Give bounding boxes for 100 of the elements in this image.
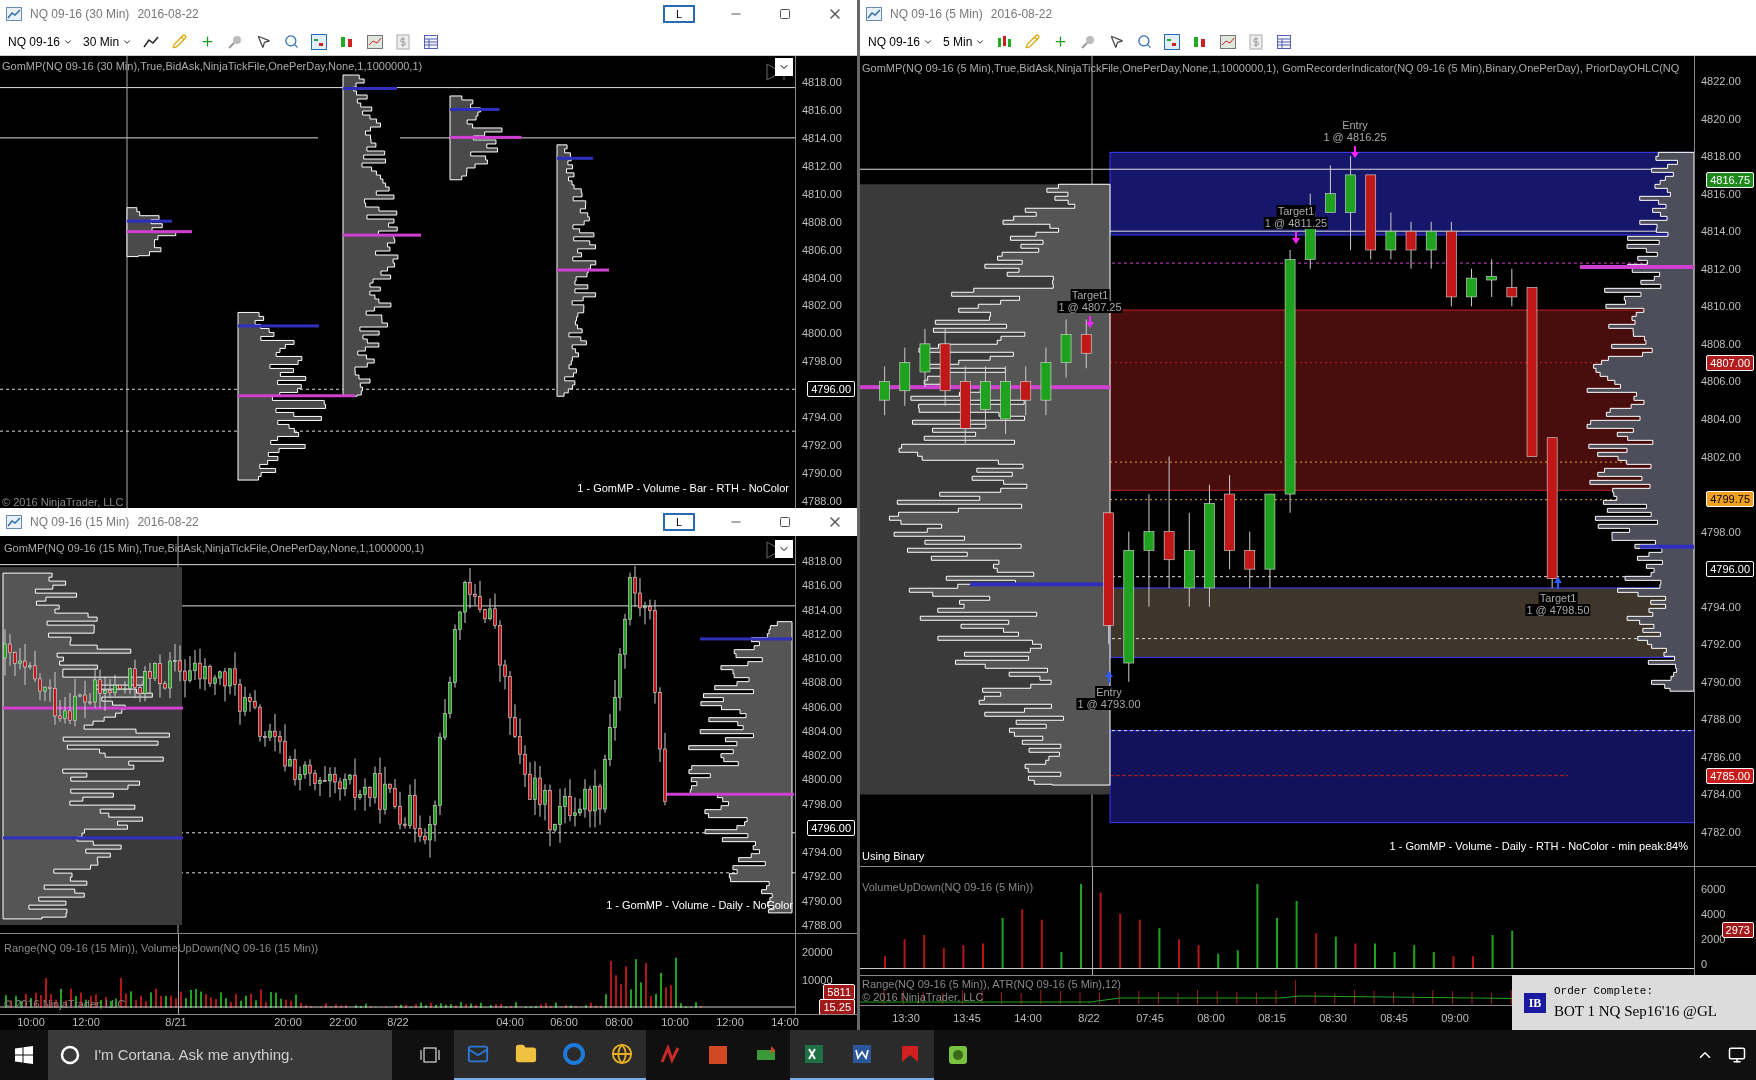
price-label: 4804.00 <box>1700 411 1741 426</box>
price-marker: 4799.75 <box>1706 490 1754 507</box>
interval-dropdown[interactable]: 5 Min <box>943 32 986 51</box>
search-field[interactable]: I'm Cortana. Ask me anything. <box>48 1030 392 1080</box>
price-label: 4812.00 <box>801 158 842 173</box>
axis-label: 0 <box>1701 957 1708 972</box>
chart-footer-label: 1 - GomMP - Volume - Bar - RTH - NoColor <box>577 480 789 496</box>
axis-label: 20000 <box>802 945 833 960</box>
window-date: 2016-08-22 <box>137 514 199 531</box>
window-date: 2016-08-22 <box>990 6 1053 23</box>
price-label: 4806.00 <box>801 699 842 714</box>
price-marker: 4796.00 <box>807 381 855 398</box>
price-label: 4806.00 <box>801 242 842 257</box>
time-label: 20:00 <box>274 1015 302 1029</box>
time-label: 13:30 <box>892 1011 920 1026</box>
trade-detail: 1 @ 4811.25 <box>1263 217 1329 229</box>
price-label: 4794.00 <box>1700 599 1741 614</box>
time-label: 08:00 <box>605 1015 633 1029</box>
time-label: 22:00 <box>329 1015 357 1029</box>
price-label: 4792.00 <box>801 438 842 453</box>
price-label: 4802.00 <box>801 298 842 313</box>
price-label: 4800.00 <box>801 326 842 341</box>
price-label: 4818.00 <box>801 75 842 89</box>
price-marker: 4785.00 <box>1706 767 1754 784</box>
status-label: Using Binary <box>862 848 925 864</box>
time-label: 8/22 <box>387 1015 409 1029</box>
time-label: 08:30 <box>1319 1011 1347 1026</box>
trade-detail: 1 @ 4798.50 <box>1525 604 1591 616</box>
notification-message: BOT 1 NQ Sep16'16 @GL <box>1554 1001 1717 1021</box>
time-label: 12:00 <box>72 1015 100 1029</box>
price-label: 4814.00 <box>801 602 842 617</box>
price-marker: 5811 <box>823 984 855 1000</box>
time-label: 07:45 <box>1136 1011 1164 1026</box>
price-label: 4816.00 <box>801 102 842 117</box>
price-label: 4818.00 <box>1700 149 1741 164</box>
price-marker: 4807.00 <box>1706 354 1754 371</box>
time-label: 10:00 <box>17 1015 45 1029</box>
trade-label: Entry <box>1341 119 1369 131</box>
time-label: 08:00 <box>1197 1011 1225 1026</box>
price-label: 4810.00 <box>801 651 842 666</box>
price-label: 4798.00 <box>1700 524 1741 539</box>
price-label: 4788.00 <box>801 494 842 508</box>
price-label: 4790.00 <box>801 466 842 481</box>
indicator-label: GomMP(NQ 09-16 (30 Min),True,BidAsk,NinjaTickFile,OnePerDay,None,1,1000000,1) <box>2 59 423 74</box>
price-label: 4816.00 <box>1700 186 1741 201</box>
price-label: 4808.00 <box>801 675 842 690</box>
price-label: 4798.00 <box>801 354 842 369</box>
trade-detail: 1 @ 4793.00 <box>1076 698 1142 710</box>
price-label: 4822.00 <box>1700 74 1741 88</box>
price-label: 4790.00 <box>1700 674 1741 689</box>
axis-label: 4000 <box>1701 907 1726 922</box>
price-label: 4808.00 <box>801 214 842 229</box>
time-label: 8/21 <box>165 1015 187 1029</box>
time-label: 10:00 <box>661 1015 689 1029</box>
window-date: 2016-08-22 <box>137 6 199 23</box>
price-label: 4814.00 <box>801 130 842 145</box>
indicator-label: GomMP(NQ 09-16 (5 Min),True,BidAsk,NinjaTickFile,OnePerDay,None,1,1000000,1), GomRecorderIndicator(NQ 09-16 (5 Min),Binary,OnePerDay), PriorDayOHLC(NQ <box>862 61 1680 76</box>
trade-label: Target1 <box>1070 289 1110 301</box>
window-title: NQ 09-16 (5 Min) <box>890 6 983 23</box>
price-marker: 15.25 <box>819 999 855 1015</box>
interval-dropdown[interactable]: 30 Min <box>83 32 133 51</box>
indicator-label: Range(NQ 09-16 (5 Min)), ATR(NQ 09-16 (5 Min),12) <box>862 977 1121 992</box>
price-label: 4806.00 <box>1700 374 1741 389</box>
price-label: 4792.00 <box>801 869 842 884</box>
price-marker: 4816.75 <box>1706 171 1754 188</box>
price-label: 4802.00 <box>801 748 842 763</box>
time-label: 09:00 <box>1441 1011 1469 1026</box>
price-label: 4808.00 <box>1700 336 1741 351</box>
price-marker: 4796.00 <box>1706 561 1754 578</box>
axis-label: 6000 <box>1701 882 1726 897</box>
price-label: 4788.00 <box>801 918 842 932</box>
trade-detail: 1 @ 4807.25 <box>1057 301 1123 313</box>
time-label: 14:00 <box>1014 1011 1042 1026</box>
price-label: 4782.00 <box>1700 825 1741 839</box>
trade-label: Target1 <box>1276 205 1316 217</box>
price-label: 4804.00 <box>801 270 842 285</box>
pin-button[interactable]: L <box>663 513 695 531</box>
broker-logo: IB <box>1524 992 1546 1013</box>
price-label: 4798.00 <box>801 796 842 811</box>
price-marker: 2973 <box>1721 922 1754 938</box>
price-label: 4802.00 <box>1700 449 1741 464</box>
instrument-dropdown[interactable]: NQ 09-16 <box>868 32 934 51</box>
pin-button[interactable]: L <box>663 5 695 23</box>
window-title: NQ 09-16 (30 Min) <box>30 6 130 23</box>
window-title: NQ 09-16 (15 Min) <box>30 514 130 531</box>
price-label: 4800.00 <box>801 772 842 787</box>
price-label: 4810.00 <box>1700 299 1741 314</box>
price-label: 4816.00 <box>801 578 842 593</box>
instrument-dropdown[interactable]: NQ 09-16 <box>8 32 74 51</box>
time-label: 06:00 <box>550 1015 578 1029</box>
time-label: 13:45 <box>953 1011 981 1026</box>
trade-detail: 1 @ 4816.25 <box>1322 131 1388 143</box>
chart-footer-label: 1 - GomMP - Volume - Daily - NoColor <box>606 897 793 913</box>
copyright-label: © 2016 NinjaTrader, LLC <box>2 494 124 508</box>
price-label: 4786.00 <box>1700 749 1741 764</box>
time-label: 04:00 <box>496 1015 524 1029</box>
trade-label: Entry <box>1095 686 1123 698</box>
price-label: 4818.00 <box>801 554 842 568</box>
price-label: 4784.00 <box>1700 787 1741 802</box>
price-label: 4792.00 <box>1700 637 1741 652</box>
